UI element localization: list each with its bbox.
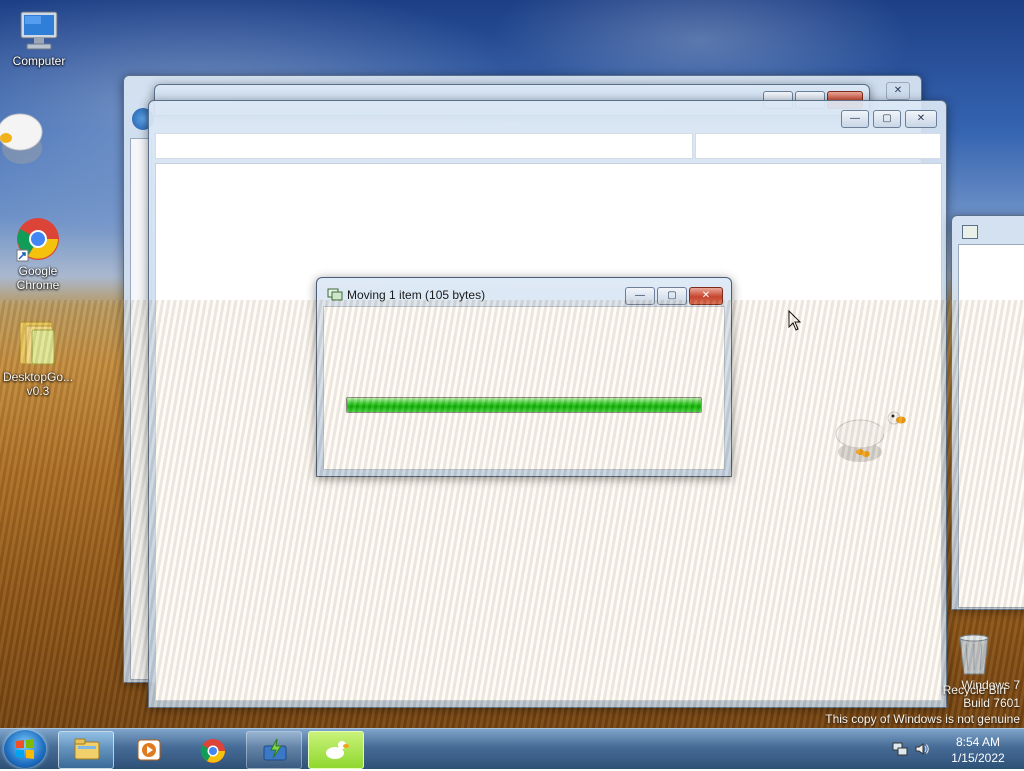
address-bar[interactable] bbox=[155, 133, 693, 159]
goose-icon bbox=[324, 738, 350, 765]
desktop-icon-desktopgoose[interactable]: DesktopGo... v0.3 bbox=[0, 318, 76, 398]
dialog-title: Moving 1 item (105 bytes) bbox=[347, 288, 486, 302]
desktop-icon-label: DesktopGo... v0.3 bbox=[2, 370, 74, 398]
taskbar: 8:54 AM 1/15/2022 bbox=[0, 728, 1024, 769]
goose-mud-icon bbox=[0, 104, 46, 168]
network-icon[interactable] bbox=[892, 741, 908, 757]
watermark-build: Build 7601 bbox=[963, 696, 1020, 710]
system-tray: 8:54 AM 1/15/2022 bbox=[884, 729, 1024, 769]
window-maximize-button[interactable]: ▢ bbox=[873, 110, 901, 128]
taskbar-media-player[interactable] bbox=[120, 731, 176, 769]
progress-bar bbox=[346, 397, 702, 413]
media-player-icon bbox=[136, 738, 162, 765]
taskbar-file-transfer[interactable] bbox=[246, 731, 302, 769]
window-close-button[interactable]: ✕ bbox=[905, 110, 937, 128]
folder-icon bbox=[74, 738, 100, 763]
desktop-icon-recycle-bin[interactable] bbox=[936, 632, 1012, 678]
clock-date: 1/15/2022 bbox=[951, 751, 1005, 765]
windows-logo-icon bbox=[16, 739, 34, 759]
window-minimize-button[interactable]: — bbox=[841, 110, 869, 128]
taskbar-file-explorer[interactable] bbox=[58, 731, 114, 769]
clock-time: 8:54 AM bbox=[955, 735, 1001, 749]
window-content-area bbox=[155, 163, 942, 701]
progress-fill bbox=[347, 398, 701, 412]
background-window-right[interactable] bbox=[951, 215, 1024, 610]
goose-sprite bbox=[834, 408, 908, 464]
search-box[interactable] bbox=[695, 133, 941, 159]
chrome-icon bbox=[200, 738, 226, 767]
file-move-dialog[interactable]: Moving 1 item (105 bytes) — ▢ ✕ bbox=[316, 277, 732, 477]
explorer-window-front[interactable]: — ▢ ✕ bbox=[148, 100, 947, 708]
desktop-icon-chrome[interactable]: Google Chrome bbox=[0, 216, 76, 292]
folder-icon bbox=[16, 318, 60, 368]
clock[interactable]: 8:54 AM 1/15/2022 bbox=[948, 734, 1008, 766]
start-button[interactable] bbox=[4, 730, 46, 768]
volume-icon[interactable] bbox=[914, 741, 930, 757]
mouse-cursor-icon bbox=[788, 309, 802, 332]
taskbar-desktop-goose[interactable] bbox=[308, 731, 364, 769]
computer-icon bbox=[17, 10, 61, 52]
dialog-close-button[interactable]: ✕ bbox=[689, 287, 723, 305]
desktop-icon-label: Computer bbox=[12, 54, 66, 68]
desktop-icon-label: Google Chrome bbox=[16, 264, 60, 292]
window-app-icon bbox=[962, 225, 978, 239]
window-close-button[interactable]: ✕ bbox=[886, 82, 910, 100]
recycle-bin-label: Recycle Bin bbox=[942, 683, 1006, 697]
desktop-icon-computer[interactable]: Computer bbox=[1, 10, 77, 68]
file-transfer-icon bbox=[262, 738, 288, 765]
window-content-area bbox=[958, 244, 1024, 608]
chrome-icon bbox=[15, 216, 61, 262]
transfer-icon bbox=[327, 288, 343, 302]
desktop: Computer Google Chrome DesktopGo... v0.3… bbox=[0, 0, 1024, 728]
watermark-windows-version: Windows 7 bbox=[961, 678, 1020, 692]
dialog-minimize-button[interactable]: — bbox=[625, 287, 655, 305]
dialog-maximize-button[interactable]: ▢ bbox=[657, 287, 687, 305]
recycle-bin-icon bbox=[954, 632, 994, 676]
watermark-not-genuine: This copy of Windows is not genuine bbox=[825, 712, 1020, 726]
taskbar-chrome[interactable] bbox=[184, 731, 240, 769]
dialog-body bbox=[323, 306, 725, 470]
